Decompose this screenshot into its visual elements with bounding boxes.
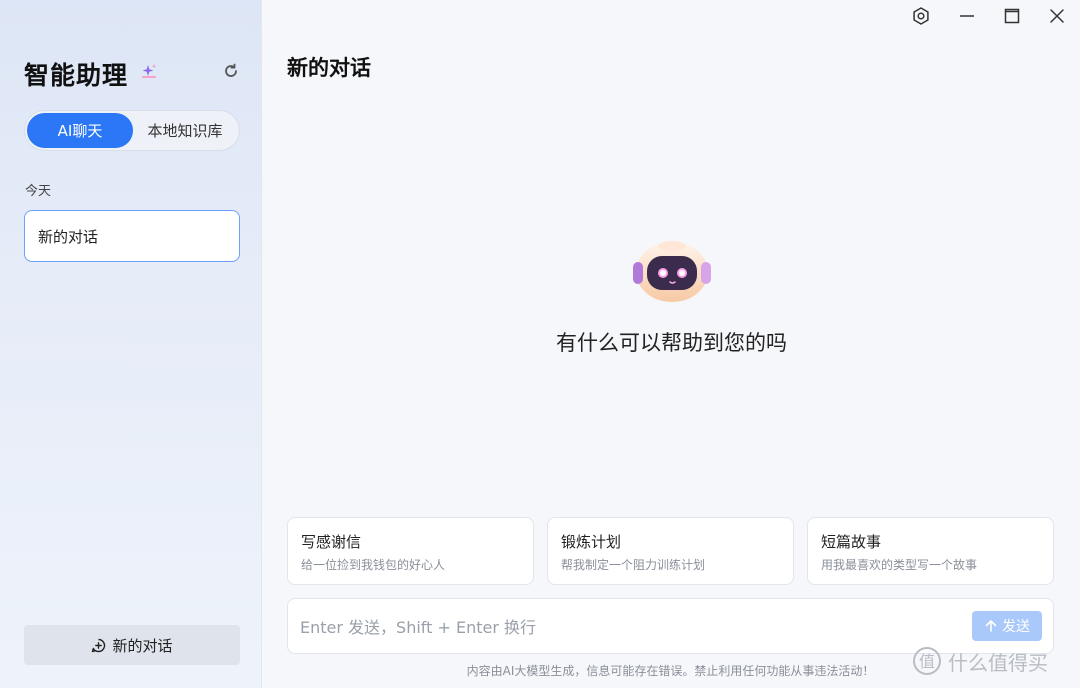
minimize-icon[interactable] — [957, 6, 977, 26]
suggestion-desc: 用我最喜欢的类型写一个故事 — [821, 558, 978, 572]
watermark: 值 什么值得买 — [912, 646, 1048, 676]
new-chat-button[interactable]: 新的对话 — [24, 625, 240, 665]
page-title: 新的对话 — [287, 56, 371, 80]
suggestion-card-story[interactable]: 短篇故事 用我最喜欢的类型写一个故事 — [807, 517, 1054, 585]
svg-text:值: 值 — [919, 652, 935, 671]
maximize-icon[interactable] — [1002, 6, 1022, 26]
greeting-text: 有什么可以帮助到您的吗 — [556, 331, 787, 355]
date-group-label: 今天 — [25, 184, 52, 199]
main-panel: 新的对话 有什么可以帮助到您的吗 写感谢信 给一位捡到我钱包的好心人 锻炼计划 … — [263, 0, 1080, 688]
tab-local-knowledge[interactable]: 本地知识库 — [133, 113, 237, 148]
suggestion-title: 短篇故事 — [821, 533, 882, 551]
sidebar: 智能助理 AI聊天 本地知识库 今天 新的对话 新的对话 — [0, 0, 262, 688]
close-icon[interactable] — [1047, 6, 1067, 26]
conversation-item-label: 新的对话 — [38, 227, 99, 246]
watermark-text: 什么值得买 — [948, 650, 1048, 675]
app-title: 智能助理 — [24, 61, 129, 90]
suggestion-card-thank-you[interactable]: 写感谢信 给一位捡到我钱包的好心人 — [287, 517, 534, 585]
send-button[interactable]: 发送 — [972, 611, 1042, 641]
suggestion-title: 写感谢信 — [301, 533, 362, 551]
suggestion-title: 锻炼计划 — [561, 533, 622, 551]
tab-ai-chat[interactable]: AI聊天 — [27, 113, 133, 148]
add-chat-icon — [92, 638, 106, 652]
refresh-icon[interactable] — [222, 62, 240, 80]
suggestion-card-workout[interactable]: 锻炼计划 帮我制定一个阻力训练计划 — [547, 517, 794, 585]
sparkle-icon — [142, 64, 157, 78]
suggestion-desc: 帮我制定一个阻力训练计划 — [561, 558, 706, 572]
suggestion-desc: 给一位捡到我钱包的好心人 — [301, 558, 446, 572]
new-chat-label: 新的对话 — [112, 636, 173, 655]
arrow-up-icon — [985, 620, 997, 632]
conversation-item[interactable]: 新的对话 — [24, 210, 240, 262]
send-label: 发送 — [1002, 619, 1030, 635]
robot-mascot-icon — [633, 241, 711, 302]
watermark-logo-icon: 值 — [913, 647, 941, 675]
mode-switch: AI聊天 本地知识库 — [24, 110, 240, 151]
settings-icon[interactable] — [911, 6, 931, 26]
message-input[interactable] — [300, 613, 960, 641]
